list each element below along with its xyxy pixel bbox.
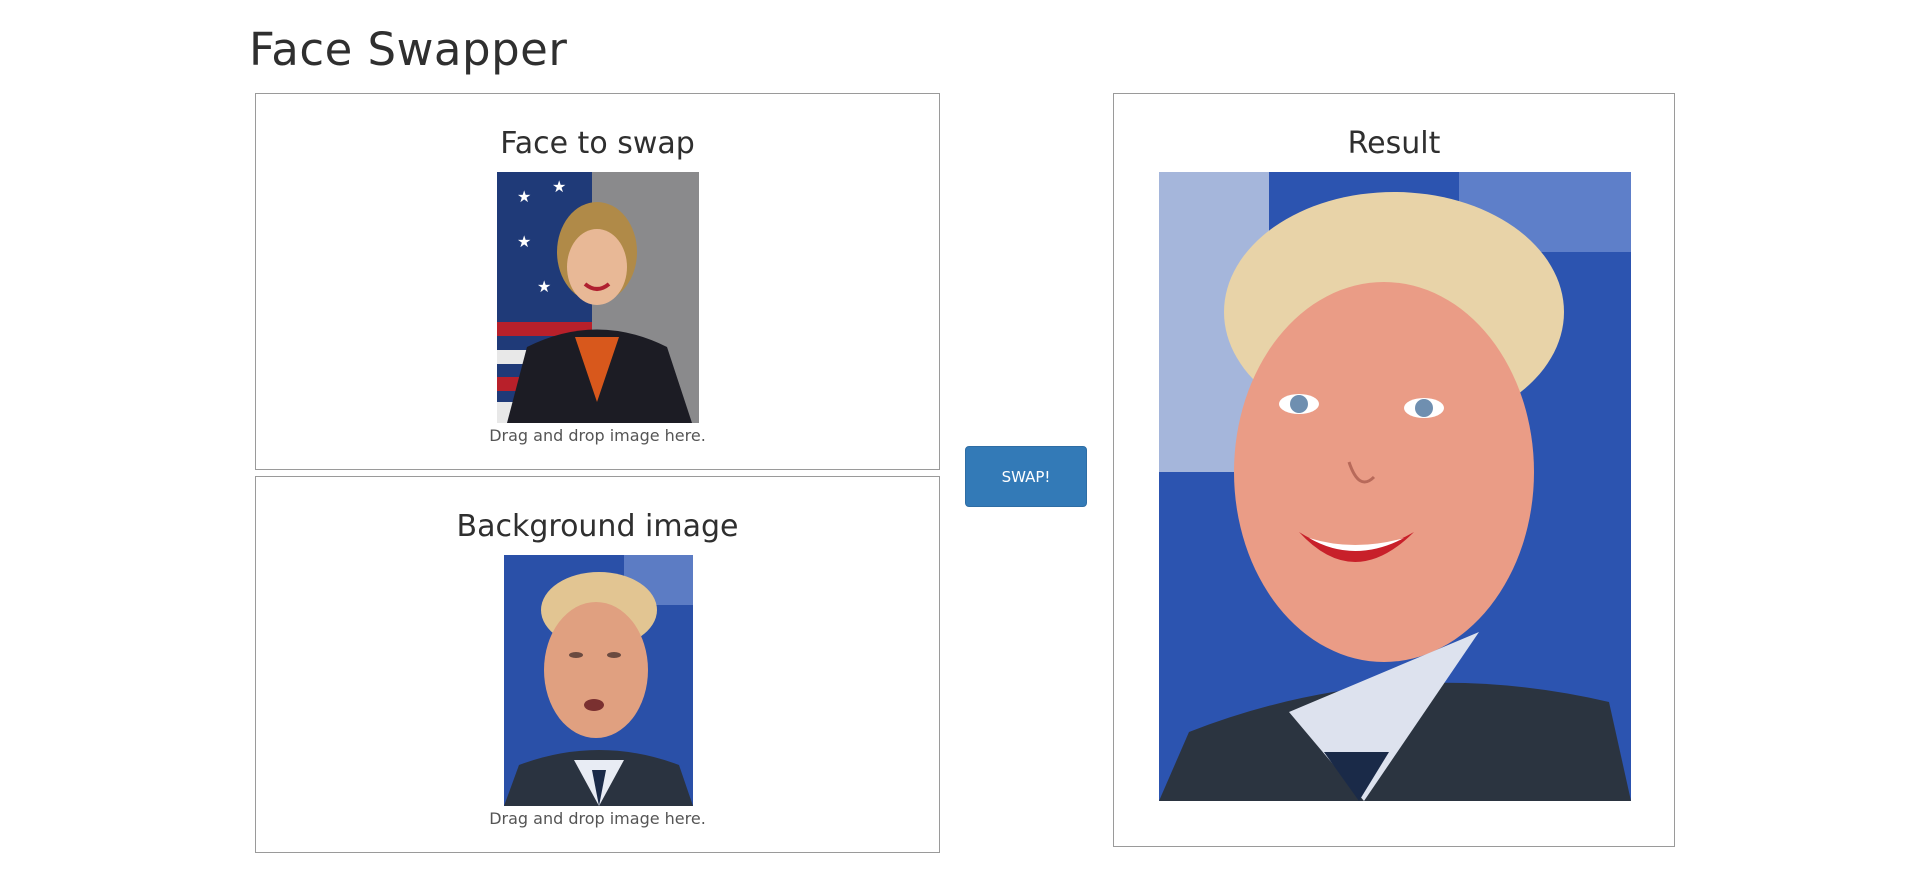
- face-drop-hint: Drag and drop image here.: [489, 426, 706, 445]
- page-title: Face Swapper: [249, 23, 568, 76]
- background-drop-hint: Drag and drop image here.: [489, 809, 706, 828]
- background-dropzone[interactable]: Background image Drag and drop image her…: [255, 476, 940, 853]
- face-image: ★ ★ ★ ★: [497, 172, 699, 423]
- svg-text:★: ★: [517, 232, 531, 251]
- svg-text:★: ★: [552, 177, 566, 196]
- face-panel-title: Face to swap: [500, 126, 695, 161]
- svg-text:★: ★: [537, 277, 551, 296]
- svg-text:★: ★: [517, 187, 531, 206]
- result-panel-title: Result: [1347, 126, 1441, 161]
- result-panel: Result: [1113, 93, 1675, 847]
- background-panel-title: Background image: [456, 509, 739, 544]
- face-swapper-page: Face Swapper Face to swap ★ ★ ★ ★ Drag a…: [0, 0, 1920, 882]
- result-image: [1159, 172, 1631, 801]
- face-dropzone[interactable]: Face to swap ★ ★ ★ ★ Drag and drop image: [255, 93, 940, 470]
- background-image: [504, 555, 693, 806]
- swap-button[interactable]: SWAP!: [965, 446, 1087, 507]
